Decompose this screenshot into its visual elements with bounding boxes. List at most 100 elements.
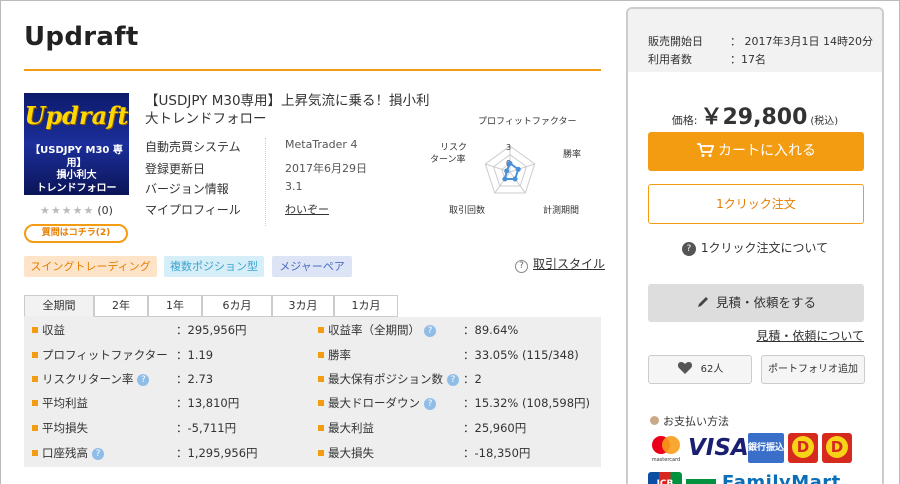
- bullet-icon: [318, 376, 324, 382]
- page-title: Updraft: [24, 22, 139, 52]
- svg-text:mastercard: mastercard: [652, 457, 680, 463]
- stat-value: ：25,960円: [463, 421, 527, 435]
- stat-row: プロフィットファクター ：1.19: [24, 343, 304, 367]
- question-button[interactable]: 質問はコチラ(2): [24, 224, 128, 243]
- add-portfolio-button[interactable]: ポートフォリオ追加: [761, 355, 865, 384]
- price-amount: ￥29,800: [700, 105, 808, 130]
- product-name: 【USDJPY M30専用】上昇気流に乗る！損小利大トレンドフォロー: [145, 93, 430, 127]
- radar-point: [507, 160, 513, 166]
- help-icon: ?: [681, 242, 696, 256]
- stat-label: 最大保有ポジション数?: [328, 367, 459, 391]
- stat-value: ：13,810円: [176, 396, 240, 410]
- one-click-help-link[interactable]: ? 1クリック注文について: [628, 239, 882, 256]
- radar-axis-label-period: 計測期間: [543, 204, 579, 216]
- bullet-icon: [318, 450, 324, 456]
- stat-value: ：-18,350円: [463, 446, 531, 460]
- help-icon[interactable]: ?: [424, 398, 436, 410]
- radar-scale-label: 3: [506, 143, 511, 152]
- tab-2y[interactable]: 2年: [94, 295, 148, 317]
- radar-point: [502, 176, 508, 182]
- tab-3m[interactable]: 3カ月: [272, 295, 334, 317]
- stat-row: 最大ドローダウン? ：15.32% (108,598円): [310, 391, 590, 415]
- bullet-icon: [318, 327, 324, 333]
- help-icon[interactable]: ?: [137, 374, 150, 386]
- quote-request-button[interactable]: 見積・依頼をする: [648, 284, 864, 322]
- stat-label: 口座残高?: [42, 441, 104, 465]
- product-thumbnail[interactable]: Updraft 【USDJPY M30 専用】 損小利大 トレンドフォロー: [24, 93, 129, 195]
- tab-1y[interactable]: 1年: [148, 295, 202, 317]
- thumbnail-caption: 【USDJPY M30 専用】 損小利大 トレンドフォロー: [30, 145, 123, 194]
- help-icon[interactable]: ?: [424, 325, 436, 337]
- stat-label: 収益率（全期間）?: [328, 318, 436, 342]
- stat-row: 勝率 ：33.05% (115/348): [310, 343, 590, 367]
- stat-value: ：2.73: [176, 372, 214, 386]
- familymart-stripe-icon: [686, 472, 716, 484]
- bullet-icon: [32, 376, 38, 382]
- tab-6m[interactable]: 6カ月: [202, 295, 272, 317]
- favorite-button[interactable]: 62人: [648, 355, 752, 384]
- title-divider: [24, 69, 601, 71]
- stat-value: ：2: [463, 372, 482, 386]
- stat-value: ：33.05% (115/348): [463, 348, 579, 362]
- radar-spoke: [494, 171, 511, 194]
- bullet-icon: [32, 327, 38, 333]
- tag-swing[interactable]: スイングトレーディング: [24, 256, 157, 277]
- help-icon: ?: [515, 260, 528, 273]
- radar-spoke: [509, 171, 526, 194]
- stat-label: 最大ドローダウン?: [328, 391, 436, 415]
- thumbnail-title: Updraft: [24, 101, 129, 130]
- radar-axis-label-pf: プロフィットファクター: [478, 116, 576, 127]
- price: 価格: ￥29,800 (税込): [671, 105, 839, 130]
- stat-row: 収益 ：295,956円: [24, 318, 304, 342]
- payment-methods-title: お支払い方法: [650, 413, 729, 429]
- stat-value: ：89.64%: [463, 323, 519, 337]
- stat-row: 平均損失 ：-5,711円: [24, 416, 304, 440]
- bullet-icon: [318, 400, 324, 406]
- rating: ★★★★★ (0): [40, 204, 113, 217]
- stat-label: 収益: [42, 323, 65, 337]
- familymart-logo: FamilyMart: [722, 472, 841, 484]
- users-row: 利用者数 ：17名: [648, 53, 766, 66]
- visa-logo: VISA: [688, 435, 749, 461]
- stat-label: 平均損失: [42, 421, 88, 435]
- rating-count: (0): [97, 204, 113, 217]
- release-date-row: 販売開始日： 2017年3月1日 14時20分: [648, 35, 873, 48]
- stat-row: 口座残高? ：1,295,956円: [24, 441, 304, 465]
- stat-label: 勝率: [328, 348, 351, 362]
- tag-major-pair[interactable]: メジャーペア: [272, 256, 352, 277]
- mastercard-logo: mastercard: [648, 433, 684, 463]
- radar-point: [515, 166, 521, 172]
- radar-point: [504, 168, 510, 174]
- help-icon[interactable]: ?: [447, 374, 459, 386]
- stat-value: ：-5,711円: [176, 421, 237, 435]
- tab-1m[interactable]: 1カ月: [334, 295, 398, 317]
- stat-label: リスクリターン率?: [42, 367, 150, 391]
- radar-axis-label-winrate: 勝率: [563, 148, 581, 160]
- radar-axis-label-trades: 取引回数: [449, 204, 485, 216]
- rating-stars: ★★★★★: [40, 204, 95, 217]
- bank-transfer-logo: 銀行振込: [748, 433, 784, 463]
- quote-help-link[interactable]: 見積・依頼について: [756, 327, 864, 344]
- stat-value: ：1.19: [176, 348, 214, 362]
- bullet-icon: [318, 425, 324, 431]
- tag-multi-position[interactable]: 複数ポジション型: [164, 256, 264, 277]
- bullet-icon: [32, 400, 38, 406]
- docomo-logo: D: [788, 433, 818, 463]
- info-row-updated: 登録更新日 2017年6月29日: [145, 162, 367, 176]
- trading-style-link[interactable]: ? 取引スタイル: [515, 255, 605, 273]
- tab-all[interactable]: 全期間: [24, 295, 94, 317]
- jcb-logo: JCB: [648, 472, 682, 484]
- bullet-icon: [32, 450, 38, 456]
- profile-link[interactable]: わいぞー: [285, 201, 329, 217]
- one-click-order-button[interactable]: 1クリック注文: [648, 184, 864, 224]
- stat-value: ：15.32% (108,598円): [463, 396, 591, 410]
- heart-icon: [677, 362, 692, 374]
- bullet-icon: [32, 352, 38, 358]
- add-to-cart-button[interactable]: カートに入れる: [648, 132, 864, 171]
- stat-row: 平均利益 ：13,810円: [24, 391, 304, 415]
- help-icon[interactable]: ?: [92, 448, 104, 460]
- radar-point: [512, 176, 518, 182]
- info-row-version: バージョン情報 3.1: [145, 180, 303, 196]
- stats-panel: 収益 ：295,956円 プロフィットファクター ：1.19 リスクリターン率? ：2.7…: [24, 317, 601, 467]
- stat-label: 最大利益: [328, 421, 374, 435]
